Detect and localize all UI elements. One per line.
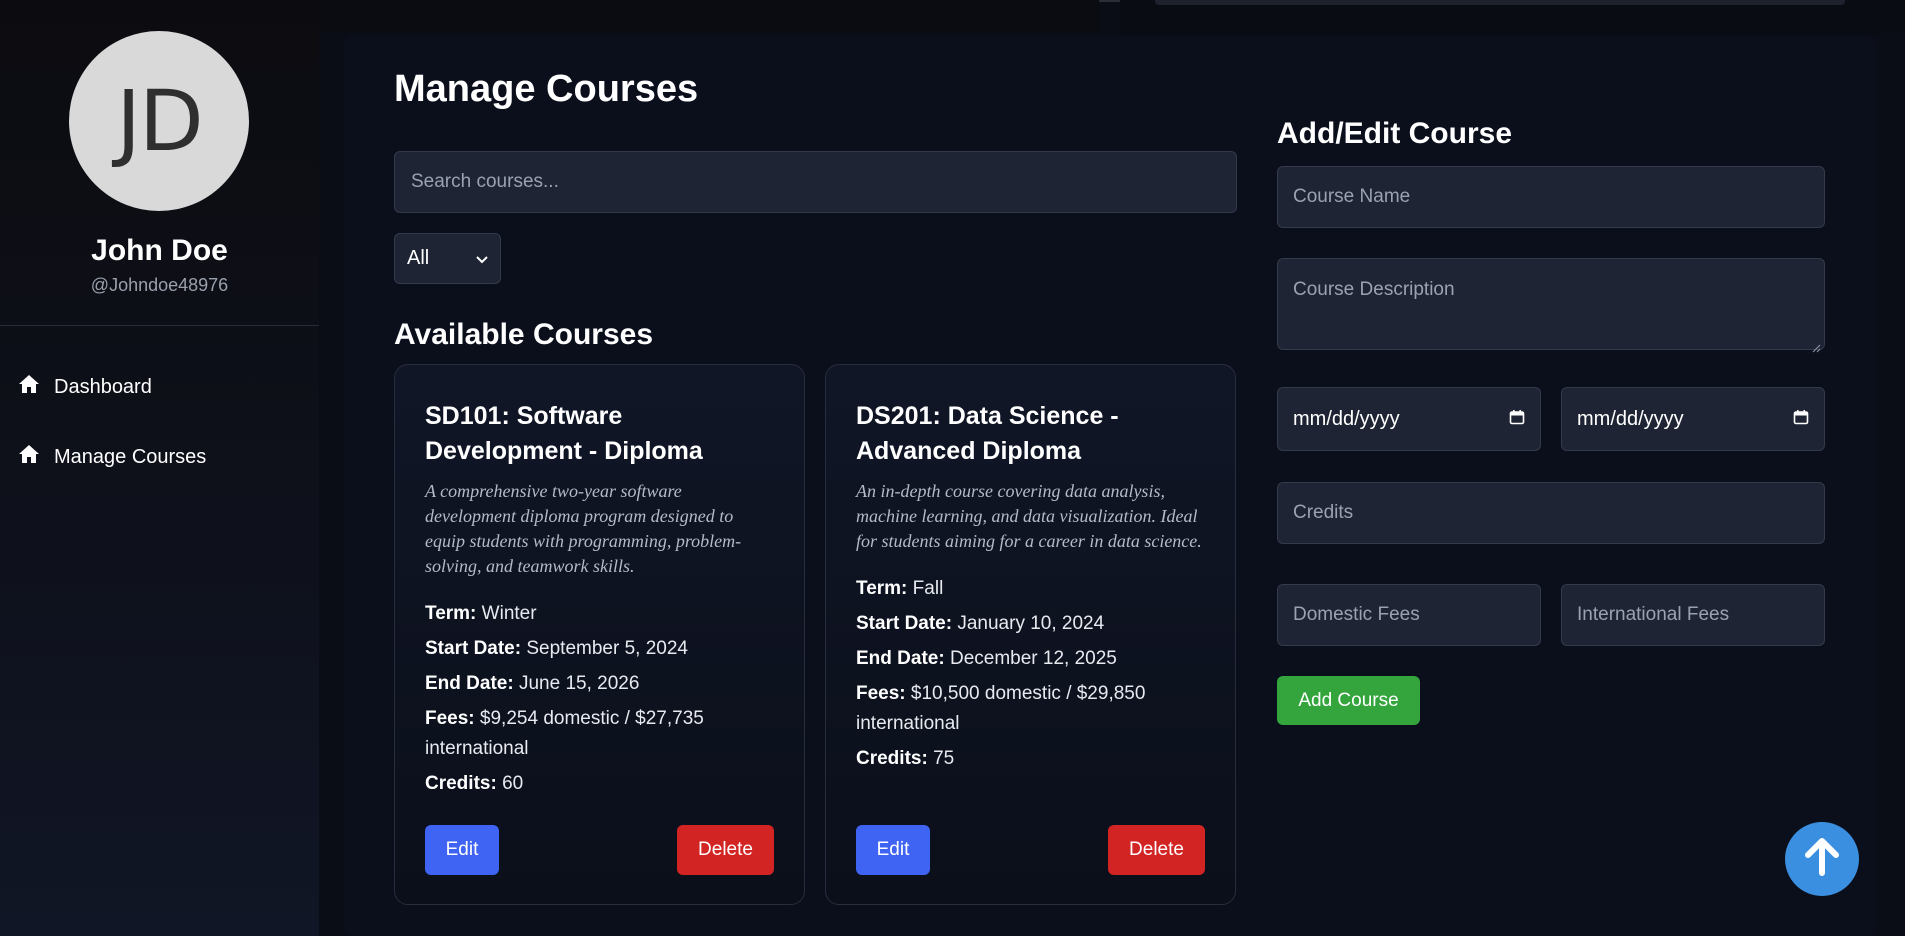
credits-field[interactable]: Credits	[1277, 482, 1825, 544]
edit-button[interactable]: Edit	[425, 825, 499, 875]
start-date-label: Start Date:	[856, 613, 953, 634]
top-strip-left	[319, 0, 1099, 32]
end-date-placeholder: mm/dd/yyyy	[1577, 407, 1684, 430]
domestic-fees-placeholder: Domestic Fees	[1293, 604, 1420, 625]
sidebar: JD John Doe @Johndoe48976 Dashboard Mana…	[0, 0, 319, 936]
course-card: SD101: Software Development - Diploma A …	[394, 364, 805, 905]
form-title: Add/Edit Course	[1277, 117, 1513, 150]
course-name-field[interactable]: Course Name	[1277, 166, 1825, 228]
credits-value: 60	[502, 772, 524, 794]
course-card: DS201: Data Science - Advanced Diploma A…	[825, 364, 1236, 905]
home-icon	[18, 444, 40, 470]
credits-label: Credits:	[856, 747, 928, 769]
end-date-value: June 15, 2026	[518, 673, 640, 694]
end-date-value: December 12, 2025	[949, 648, 1117, 669]
edit-button[interactable]: Edit	[856, 825, 930, 875]
top-strip-right	[1120, 0, 1905, 34]
course-description: An in-depth course covering data analysi…	[856, 481, 1202, 551]
course-title: DS201: Data Science - Advanced Diploma	[856, 402, 1119, 465]
avatar[interactable]: JD	[69, 31, 249, 211]
end-date-label: End Date:	[425, 673, 514, 694]
top-bar-fragment	[1155, 0, 1845, 5]
course-fees: Fees: $10,500 domestic / $29,850 interna…	[856, 679, 1208, 738]
delete-button[interactable]: Delete	[677, 825, 774, 875]
start-date-field[interactable]: mm/dd/yyyy	[1277, 387, 1541, 451]
sidebar-item-dashboard[interactable]: Dashboard	[18, 374, 152, 400]
credits-label: Credits:	[425, 772, 497, 794]
course-fees: Fees: $9,254 domestic / $27,735 internat…	[425, 704, 777, 763]
term-value: Fall	[912, 578, 944, 599]
chevron-down-icon	[476, 247, 488, 270]
filter-selected-value: All	[407, 247, 430, 269]
end-date-field[interactable]: mm/dd/yyyy	[1561, 387, 1825, 451]
course-name-placeholder: Course Name	[1293, 186, 1411, 207]
start-date-label: Start Date:	[425, 638, 522, 659]
credits-value: 75	[933, 747, 955, 769]
course-credits: Credits: 75	[856, 744, 1208, 774]
scroll-to-top-button[interactable]	[1785, 822, 1859, 896]
term-filter-select[interactable]: All	[394, 233, 501, 284]
add-course-button[interactable]: Add Course	[1277, 676, 1420, 725]
sidebar-item-label: Manage Courses	[54, 445, 207, 468]
end-date-label: End Date:	[856, 648, 945, 669]
course-credits: Credits: 60	[425, 769, 777, 799]
course-term: Term: Winter	[425, 599, 777, 629]
calendar-icon[interactable]	[1793, 408, 1809, 431]
resize-grip-icon[interactable]	[1812, 337, 1821, 353]
international-fees-field[interactable]: International Fees	[1561, 584, 1825, 646]
domestic-fees-field[interactable]: Domestic Fees	[1277, 584, 1541, 646]
course-start-date: Start Date: September 5, 2024	[425, 634, 777, 664]
course-description-field[interactable]: Course Description	[1277, 258, 1825, 353]
section-title: Available Courses	[394, 318, 653, 351]
fees-label: Fees:	[425, 708, 475, 729]
term-label: Term:	[856, 578, 908, 599]
start-date-value: January 10, 2024	[957, 613, 1105, 634]
page-title: Manage Courses	[394, 68, 699, 110]
international-fees-placeholder: International Fees	[1577, 604, 1730, 625]
user-name: John Doe	[91, 234, 228, 267]
course-term: Term: Fall	[856, 574, 1208, 604]
sidebar-divider	[0, 325, 319, 326]
search-input[interactable]	[394, 151, 1237, 213]
term-label: Term:	[425, 603, 477, 624]
sidebar-item-manage-courses[interactable]: Manage Courses	[18, 444, 206, 470]
course-start-date: Start Date: January 10, 2024	[856, 609, 1208, 639]
course-end-date: End Date: December 12, 2025	[856, 644, 1208, 674]
home-icon	[18, 374, 40, 400]
app-root: JD John Doe @Johndoe48976 Dashboard Mana…	[0, 0, 1905, 936]
sidebar-item-label: Dashboard	[54, 375, 152, 398]
start-date-placeholder: mm/dd/yyyy	[1293, 407, 1400, 430]
term-value: Winter	[481, 603, 537, 624]
fees-label: Fees:	[856, 683, 906, 704]
arrow-up-icon	[1800, 835, 1844, 884]
course-title: SD101: Software Development - Diploma	[425, 402, 703, 465]
course-description: A comprehensive two-year software develo…	[425, 481, 742, 576]
start-date-value: September 5, 2024	[526, 638, 688, 659]
calendar-icon[interactable]	[1509, 408, 1525, 431]
course-end-date: End Date: June 15, 2026	[425, 669, 777, 699]
delete-button[interactable]: Delete	[1108, 825, 1205, 875]
credits-placeholder: Credits	[1293, 502, 1354, 523]
user-handle: @Johndoe48976	[90, 275, 229, 295]
course-description-placeholder: Course Description	[1293, 279, 1455, 300]
